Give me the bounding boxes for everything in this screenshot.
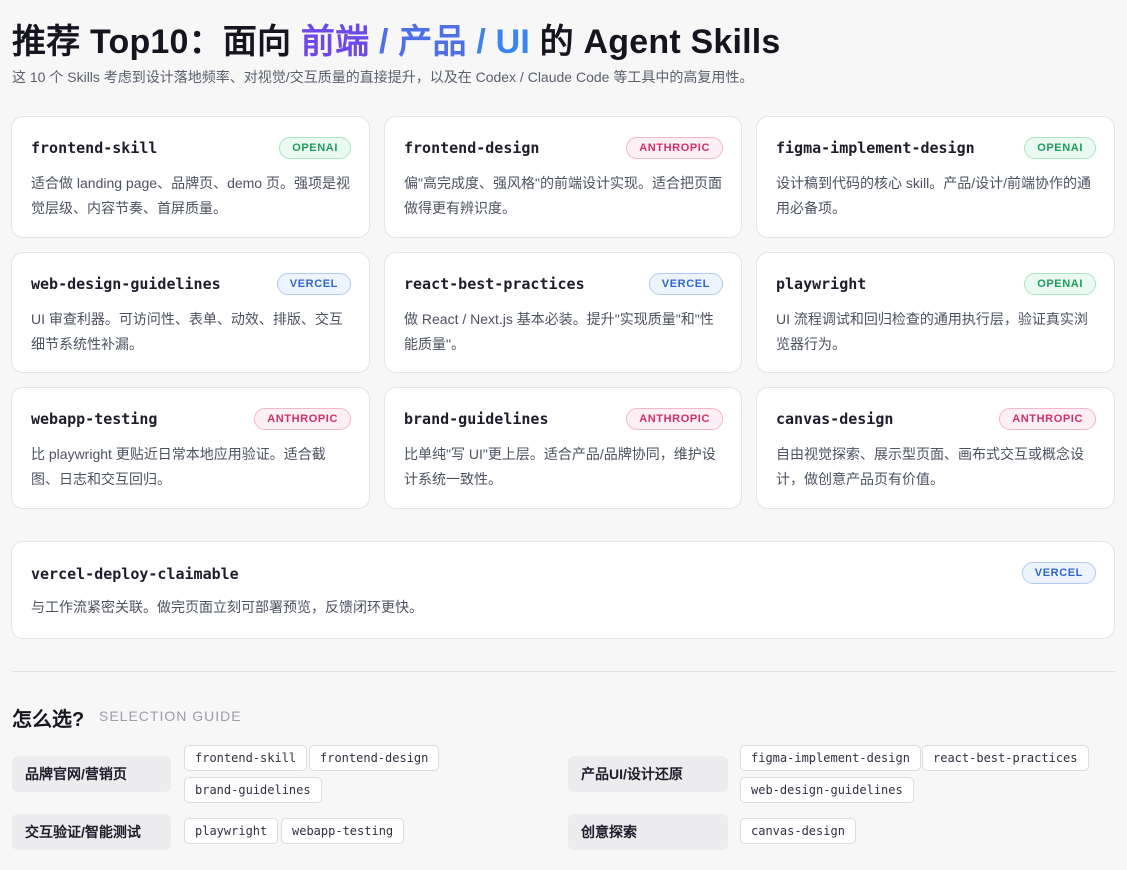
category-product-ui: 产品UI/设计还原 (568, 756, 728, 792)
selection-guide-subtitle: SELECTION GUIDE (99, 708, 242, 724)
skill-chip[interactable]: frontend-skill (184, 745, 308, 771)
vendor-badge: ANTHROPIC (626, 408, 723, 430)
skill-description: UI 审查利器。可访问性、表单、动效、排版、交互细节系统性补漏。 (31, 311, 343, 352)
skill-card-react-best-practices: react-best-practices VERCEL 做 React / Ne… (384, 252, 742, 373)
skill-card-playwright: playwright OPENAI UI 流程调试和回归检查的通用执行层，验证真… (756, 252, 1115, 373)
skill-name: frontend-skill (31, 139, 158, 157)
vendor-badge: OPENAI (1024, 137, 1096, 159)
skill-name: web-design-guidelines (31, 275, 221, 293)
vendor-badge: ANTHROPIC (254, 408, 351, 430)
skill-name: webapp-testing (31, 410, 158, 428)
skill-description: 设计稿到代码的核心 skill。产品/设计/前端协作的通用必备项。 (776, 175, 1091, 216)
skill-card-frontend-skill: frontend-skill OPENAI 适合做 landing page、品… (11, 116, 370, 238)
skill-chip[interactable]: canvas-design (740, 818, 856, 844)
vendor-badge: ANTHROPIC (626, 137, 723, 159)
vendor-badge: VERCEL (276, 273, 351, 295)
skill-chip[interactable]: react-best-practices (922, 745, 1089, 771)
title-highlight-ui: UI (495, 23, 531, 61)
selection-guide-title: 怎么选? (12, 709, 85, 731)
vendor-badge: VERCEL (1021, 562, 1096, 584)
title-prefix: 推荐 Top10：面向 (12, 23, 301, 61)
vendor-badge: OPENAI (279, 137, 351, 159)
title-separator: / (466, 23, 496, 61)
skill-card-frontend-design: frontend-design ANTHROPIC 偏"高完成度、强风格"的前端… (384, 116, 742, 238)
skill-name: frontend-design (404, 139, 540, 157)
category-creative: 创意探索 (568, 814, 728, 850)
skill-description: 适合做 landing page、品牌页、demo 页。强项是视觉层级、内容节奏… (31, 175, 350, 216)
skill-card-brand-guidelines: brand-guidelines ANTHROPIC 比单纯"写 UI"更上层。… (384, 387, 742, 509)
skill-card-canvas-design: canvas-design ANTHROPIC 自由视觉探索、展示型页面、画布式… (756, 387, 1115, 509)
title-highlight-product: 产品 (398, 23, 467, 61)
skill-chip[interactable]: playwright (184, 818, 279, 844)
skill-chip[interactable]: frontend-design (309, 745, 440, 771)
skill-chip[interactable]: figma-implement-design (740, 745, 921, 771)
skill-name: canvas-design (776, 410, 894, 428)
page-subtitle: 这 10 个 Skills 考虑到设计落地频率、对视觉/交互质量的直接提升，以及… (12, 69, 754, 85)
skill-chip[interactable]: webapp-testing (281, 818, 405, 844)
category-brand-marketing: 品牌官网/营销页 (12, 756, 171, 792)
skill-name: vercel-deploy-claimable (31, 565, 239, 583)
skill-name: figma-implement-design (776, 139, 975, 157)
skill-chip[interactable]: brand-guidelines (184, 777, 322, 803)
title-suffix: 的 Agent Skills (530, 23, 781, 61)
vendor-badge: ANTHROPIC (999, 408, 1096, 430)
vendor-badge: OPENAI (1024, 273, 1096, 295)
skill-card-figma-implement-design: figma-implement-design OPENAI 设计稿到代码的核心 … (756, 116, 1115, 238)
category-interaction-testing: 交互验证/智能测试 (12, 814, 171, 850)
page-title: 推荐 Top10：面向 前端 / 产品 / UI 的 Agent Skills (12, 14, 781, 63)
title-highlight-frontend: 前端 (300, 23, 370, 61)
skill-card-web-design-guidelines: web-design-guidelines VERCEL UI 审查利器。可访问… (11, 252, 370, 373)
skill-description: UI 流程调试和回归检查的通用执行层，验证真实浏览器行为。 (776, 311, 1088, 352)
skill-name: brand-guidelines (404, 410, 549, 428)
skill-description: 偏"高完成度、强风格"的前端设计实现。适合把页面做得更有辨识度。 (404, 175, 722, 216)
skill-name: react-best-practices (404, 275, 585, 293)
skill-description: 比单纯"写 UI"更上层。适合产品/品牌协同，维护设计系统一致性。 (404, 446, 716, 487)
skill-description: 自由视觉探索、展示型页面、画布式交互或概念设计，做创意产品页有价值。 (776, 446, 1084, 487)
skill-description: 做 React / Next.js 基本必装。提升"实现质量"和"性能质量"。 (404, 311, 714, 352)
skill-description: 与工作流紧密关联。做完页面立刻可部署预览，反馈闭环更快。 (31, 599, 423, 615)
skill-description: 比 playwright 更贴近日常本地应用验证。适合截图、日志和交互回归。 (31, 446, 326, 487)
skill-chip[interactable]: web-design-guidelines (740, 777, 914, 803)
skill-card-vercel-deploy-claimable: vercel-deploy-claimable VERCEL 与工作流紧密关联。… (11, 541, 1115, 639)
title-separator: / (369, 23, 399, 61)
skill-card-webapp-testing: webapp-testing ANTHROPIC 比 playwright 更贴… (11, 387, 370, 509)
section-divider (12, 671, 1115, 672)
vendor-badge: VERCEL (648, 273, 723, 295)
skill-name: playwright (776, 275, 867, 293)
